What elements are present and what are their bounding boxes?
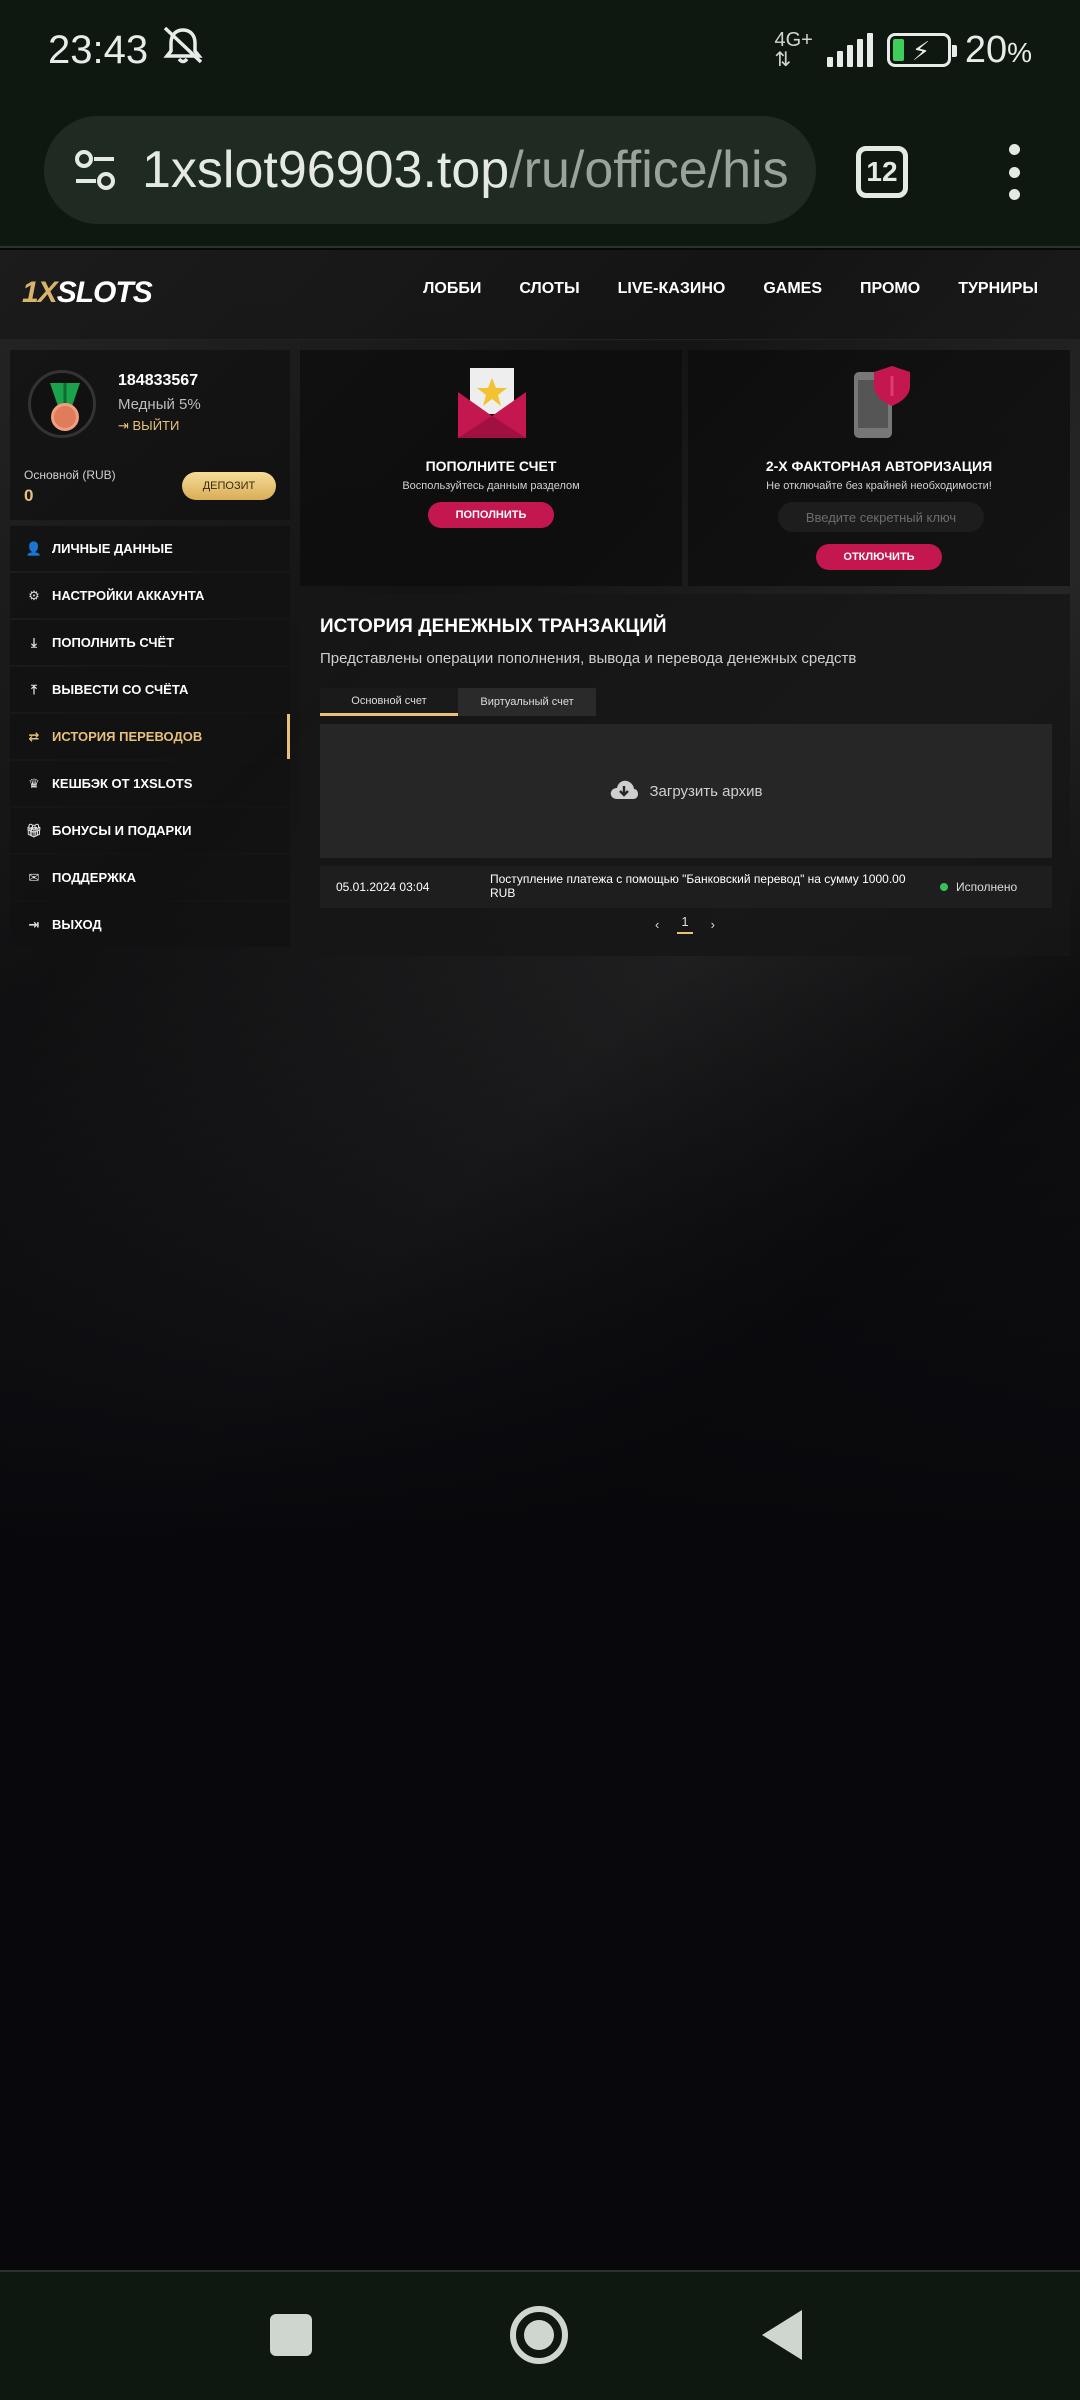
tab-virtual-account[interactable]: Виртуальный счет xyxy=(458,688,596,716)
two-factor-title: 2-Х ФАКТОРНАЯ АВТОРИЗАЦИЯ xyxy=(765,458,993,474)
address-bar[interactable]: 1xslot96903.top/ru/office/his xyxy=(44,116,816,224)
account-label: Основной (RUB) xyxy=(24,468,116,482)
site-header: 1XSLOTS ЛОББИ СЛОТЫ LIVE-КАЗИНО GAMES ПР… xyxy=(0,250,1080,340)
sidebar-item-personal-data[interactable]: 👤 ЛИЧНЫЕ ДАННЫЕ xyxy=(10,526,290,571)
transaction-date: 05.01.2024 03:04 xyxy=(336,880,430,894)
gears-icon: ⚙ xyxy=(28,587,40,603)
status-time-group: 23:43 xyxy=(48,25,206,75)
secret-key-input[interactable] xyxy=(778,502,984,532)
nav-tournaments[interactable]: ТУРНИРЫ xyxy=(958,280,1038,298)
load-archive-button[interactable]: Загрузить архив xyxy=(320,724,1052,858)
profile-card: 184833567 Медный 5% ⇥ ВЫЙТИ Основной (RU… xyxy=(10,350,290,520)
avatar xyxy=(28,370,96,438)
nav-promo[interactable]: ПРОМО xyxy=(860,280,920,298)
cloud-download-icon xyxy=(609,778,639,804)
envelope-icon: ✉ xyxy=(28,869,40,885)
tab-main-account[interactable]: Основной счет xyxy=(320,688,458,716)
sign-out-icon: ⇥ xyxy=(118,418,133,433)
sidebar-item-transfer-history[interactable]: ⇄ ИСТОРИЯ ПЕРЕВОДОВ xyxy=(10,714,290,759)
loyalty-rank: Медный 5% xyxy=(118,396,201,413)
logout-link[interactable]: ⇥ ВЫЙТИ xyxy=(118,418,179,434)
sidebar-item-withdraw[interactable]: ⤒ ВЫВЕСТИ СО СЧЁТА xyxy=(10,667,290,712)
url-text[interactable]: 1xslot96903.top/ru/office/his xyxy=(142,140,802,200)
home-button[interactable] xyxy=(510,2306,568,2364)
transaction-history-card: ИСТОРИЯ ДЕНЕЖНЫХ ТРАНЗАКЦИЙ Представлены… xyxy=(300,594,1070,956)
nav-games[interactable]: GAMES xyxy=(763,280,822,298)
network-type: 4G+ ⇅ xyxy=(774,29,813,71)
sidebar-item-deposit[interactable]: ⤓ ПОПОЛНИТЬ СЧЁТ xyxy=(10,620,290,665)
status-time: 23:43 xyxy=(48,27,149,72)
envelope-star-icon xyxy=(456,366,528,443)
topup-button[interactable]: ПОПОЛНИТЬ xyxy=(428,502,554,528)
disable-2fa-button[interactable]: ОТКЛЮЧИТЬ xyxy=(816,544,942,570)
signal-icon xyxy=(826,33,873,67)
account-side-menu: 👤 ЛИЧНЫЕ ДАННЫЕ ⚙ НАСТРОЙКИ АККАУНТА ⤓ ПОПО… xyxy=(10,526,290,949)
two-factor-card: 2-Х ФАКТОРНАЯ АВТОРИЗАЦИЯ Не отключайте … xyxy=(688,350,1070,586)
nav-slots[interactable]: СЛОТЫ xyxy=(519,280,579,298)
nav-live-casino[interactable]: LIVE-КАЗИНО xyxy=(618,280,726,298)
status-bar: 23:43 4G+ ⇅ ⚡ 20% xyxy=(0,0,1080,100)
site-logo[interactable]: 1XSLOTS xyxy=(22,276,153,310)
web-page: 1XSLOTS ЛОББИ СЛОТЫ LIVE-КАЗИНО GAMES ПР… xyxy=(0,250,1080,2270)
sidebar-item-support[interactable]: ✉ ПОДДЕРЖКА xyxy=(10,855,290,900)
user-plus-icon: 👤 xyxy=(25,540,43,556)
recent-apps-button[interactable] xyxy=(270,2314,312,2356)
status-right-group: 4G+ ⇅ ⚡ 20% xyxy=(774,29,1032,72)
prev-page-button[interactable]: ‹ xyxy=(655,917,659,932)
sidebar-item-cashback[interactable]: ♛ КЕШБЭК ОТ 1XSLOTS xyxy=(10,761,290,806)
back-button[interactable] xyxy=(762,2310,802,2360)
battery-percent: 20% xyxy=(964,28,1032,71)
account-tabs: Основной счет Виртуальный счет xyxy=(320,688,596,716)
system-nav-bar xyxy=(0,2270,1080,2400)
status-dot-icon xyxy=(940,883,948,891)
next-page-button[interactable]: › xyxy=(711,917,715,932)
page-number-current[interactable]: 1 xyxy=(677,914,693,934)
topup-subtitle: Воспользуйтесь данным разделом xyxy=(402,480,580,492)
crown-icon: ♛ xyxy=(28,775,40,791)
upload-icon: ⤒ xyxy=(31,681,37,697)
load-archive-label: Загрузить архив xyxy=(649,782,763,800)
main-nav: ЛОББИ СЛОТЫ LIVE-КАЗИНО GAMES ПРОМО ТУРН… xyxy=(423,280,1038,298)
download-icon: ⤓ xyxy=(31,634,37,650)
transfer-icon: ⇄ xyxy=(28,728,40,744)
pagination: ‹ 1 › xyxy=(300,914,1070,934)
sidebar-item-exit[interactable]: ⇥ ВЫХОД xyxy=(10,902,290,947)
nav-lobby[interactable]: ЛОББИ xyxy=(423,280,481,298)
site-settings-icon[interactable] xyxy=(70,145,120,195)
page-subtitle: Представлены операции пополнения, вывода… xyxy=(320,650,857,667)
sign-out-icon: ⇥ xyxy=(28,916,40,932)
account-id: 184833567 xyxy=(118,372,199,389)
tab-switcher-button[interactable]: 12 xyxy=(856,146,908,198)
topup-title: ПОПОЛНИТЕ СЧЕТ xyxy=(425,458,557,474)
bell-off-icon xyxy=(160,25,206,75)
page-title: ИСТОРИЯ ДЕНЕЖНЫХ ТРАНЗАКЦИЙ xyxy=(320,616,667,637)
sidebar-item-account-settings[interactable]: ⚙ НАСТРОЙКИ АККАУНТА xyxy=(10,573,290,618)
browser-menu-icon[interactable] xyxy=(1004,144,1024,200)
sidebar-item-bonuses[interactable]: 🎁︎ БОНУСЫ И ПОДАРКИ xyxy=(10,808,290,853)
deposit-button[interactable]: ДЕПОЗИТ xyxy=(182,472,276,500)
table-row: 05.01.2024 03:04 Поступление платежа с п… xyxy=(320,866,1052,908)
phone-shield-icon xyxy=(846,364,918,445)
two-factor-subtitle: Не отключайте без крайней необходимости! xyxy=(766,480,992,492)
account-balance: 0 xyxy=(24,486,34,505)
topup-card: ПОПОЛНИТЕ СЧЕТ Воспользуйтесь данным раз… xyxy=(300,350,682,586)
status-badge: Исполнено xyxy=(940,880,1017,894)
gift-icon: 🎁︎ xyxy=(25,822,43,838)
transaction-description: Поступление платежа с помощью "Банковски… xyxy=(490,872,906,900)
battery-icon: ⚡ xyxy=(886,33,957,67)
browser-toolbar: 1xslot96903.top/ru/office/his 12 xyxy=(0,100,1080,248)
